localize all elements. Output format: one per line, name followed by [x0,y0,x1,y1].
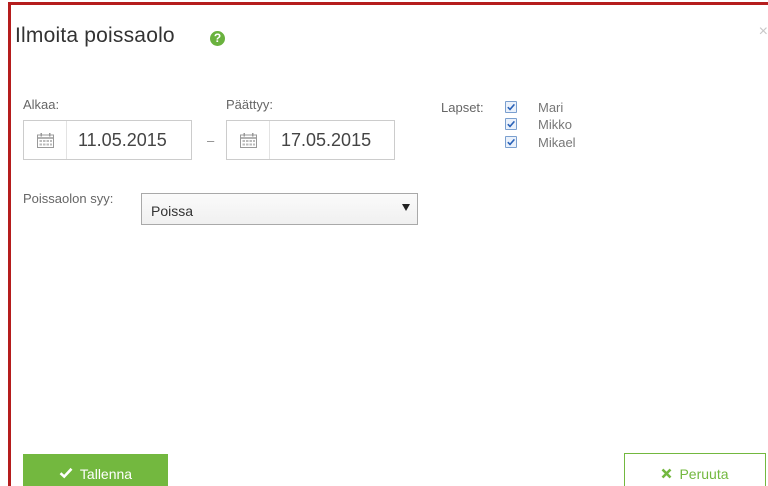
child-checkbox-mikko[interactable] [505,118,517,130]
child-label-mari[interactable]: Mari [538,100,563,115]
date-range-separator: – [207,133,215,148]
check-icon [59,466,73,482]
dialog-title: Ilmoita poissaolo [15,24,175,47]
reason-label: Poissaolon syy: [23,191,114,206]
end-date-label: Päättyy: [226,97,273,112]
child-checkbox-mari[interactable] [505,101,517,113]
question-circle-icon[interactable]: ? [210,31,225,46]
reason-select[interactable]: Poissa [141,193,418,225]
times-icon [661,466,672,482]
start-date-label: Alkaa: [23,97,60,112]
calendar-icon [239,132,257,148]
reason-selected-value: Poissa [151,203,194,219]
start-date-input[interactable]: 11.05.2015 [67,121,191,159]
start-date-addon[interactable] [24,121,67,159]
check-icon [507,120,516,128]
cancel-button-label: Peruuta [679,466,729,482]
children-label: Lapset: [441,100,484,115]
end-date-field[interactable]: 17.05.2015 [226,120,395,160]
end-date-addon[interactable] [227,121,270,159]
child-label-mikael[interactable]: Mikael [538,135,576,150]
child-label-mikko[interactable]: Mikko [538,117,572,132]
cancel-button[interactable]: Peruuta [624,453,766,486]
end-date-input[interactable]: 17.05.2015 [270,121,394,159]
child-checkbox-mikael[interactable] [505,136,517,148]
save-button-label: Tallenna [79,466,133,482]
save-button[interactable]: Tallenna [23,454,168,486]
calendar-icon [36,132,54,148]
start-date-field[interactable]: 11.05.2015 [23,120,192,160]
close-icon[interactable]: × [759,23,768,41]
caret-down-icon [402,204,410,211]
check-icon [507,138,516,146]
absence-dialog: Ilmoita poissaolo ? × Alkaa: 11.05.2015 … [8,2,768,486]
check-icon [507,103,516,111]
